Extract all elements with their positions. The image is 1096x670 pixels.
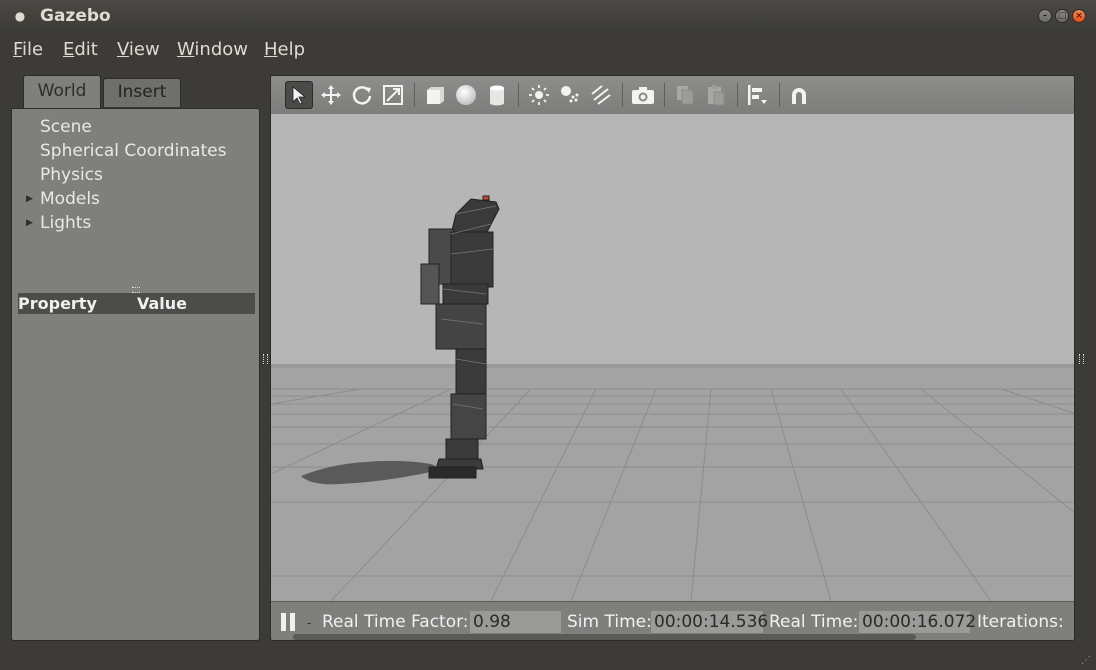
tree-item-lights[interactable]: Lights [40,213,91,233]
toolbar-separator [664,83,665,107]
tree-item-physics[interactable]: Physics [40,165,103,185]
box-icon[interactable] [421,81,449,109]
menu-file[interactable]: File [13,39,43,60]
tree-item-models[interactable]: Models [40,189,100,209]
menu-file-accel: F [13,39,23,60]
cylinder-icon[interactable] [483,81,511,109]
window-title: Gazebo [40,6,111,26]
menu-edit-label: dit [74,39,98,60]
3d-viewport[interactable] [271,114,1074,601]
tab-insert[interactable]: Insert [103,78,181,107]
tab-world[interactable]: World [23,75,101,109]
close-button[interactable]: × [1072,9,1086,23]
statusbar-scrollbar[interactable] [293,634,916,640]
real-time-factor-label: Real Time Factor: [322,612,469,632]
sim-time-label: Sim Time: [567,612,652,632]
select-arrow-icon[interactable] [285,81,313,109]
minimize-button[interactable]: – [1038,9,1052,23]
step-button[interactable]: - [307,616,311,630]
menu-edit-accel: E [63,39,75,60]
menu-view-label: iew [128,39,160,60]
menu-view[interactable]: View [117,39,160,60]
snap-icon[interactable] [785,81,813,109]
world-panel: Scene Spherical Coordinates Physics ▶ Mo… [11,108,260,641]
spot-light-icon[interactable] [556,81,584,109]
real-time-label: Real Time: [769,612,859,632]
menu-help[interactable]: Help [264,39,305,60]
scene-render [271,195,1074,601]
toolbar-separator [414,83,415,107]
toolbar-separator [779,83,780,107]
menu-window-label: indow [194,39,248,60]
property-table-header: Property Value [18,293,255,314]
render-toolbar [271,76,1074,115]
property-column-header[interactable]: Property [18,294,97,313]
scale-icon[interactable] [379,81,407,109]
menu-window-accel: W [177,39,195,60]
point-light-icon[interactable] [525,81,553,109]
menu-bar: File Edit View Window Help [0,33,1096,67]
app-menu-icon[interactable]: ● [13,9,27,23]
value-column-header[interactable]: Value [137,294,187,313]
align-icon[interactable] [744,81,772,109]
iterations-label: Iterations: [977,612,1064,632]
translate-icon[interactable] [317,81,345,109]
maximize-button[interactable]: □ [1055,9,1069,23]
status-bar: - Real Time Factor: 0.98 Sim Time: 00:00… [271,601,1074,640]
panel-splitter-handle[interactable] [132,287,140,293]
toolbar-separator [518,83,519,107]
menu-edit[interactable]: Edit [63,39,98,60]
resize-grip-icon[interactable]: ⋰ [1081,655,1093,667]
right-splitter-handle[interactable] [1079,354,1084,364]
paste-icon[interactable] [702,81,730,109]
real-time-value: 00:00:16.072 [859,611,976,633]
real-time-factor-value: 0.98 [470,611,561,633]
toolbar-separator [737,83,738,107]
render-panel: - Real Time Factor: 0.98 Sim Time: 00:00… [270,75,1075,641]
screenshot-icon[interactable] [629,81,657,109]
expand-arrow-icon[interactable]: ▶ [26,218,33,228]
title-bar: ● Gazebo – □ × [0,0,1096,33]
tree-item-spherical-coordinates[interactable]: Spherical Coordinates [40,141,226,161]
tree-item-scene[interactable]: Scene [40,117,92,137]
toolbar-separator [622,83,623,107]
ground-plane [271,366,1074,601]
menu-window[interactable]: Window [177,39,248,60]
menu-file-label: ile [22,39,44,60]
menu-help-accel: H [264,39,278,60]
sim-time-value: 00:00:14.536 [651,611,768,633]
menu-help-label: elp [277,39,306,60]
rotate-icon[interactable] [348,81,376,109]
copy-icon[interactable] [671,81,699,109]
expand-arrow-icon[interactable]: ▶ [26,194,33,204]
left-splitter-handle[interactable] [263,354,268,364]
pause-icon[interactable] [281,613,295,631]
directional-light-icon[interactable] [587,81,615,109]
menu-view-accel: V [117,39,129,60]
sphere-icon[interactable] [452,81,480,109]
